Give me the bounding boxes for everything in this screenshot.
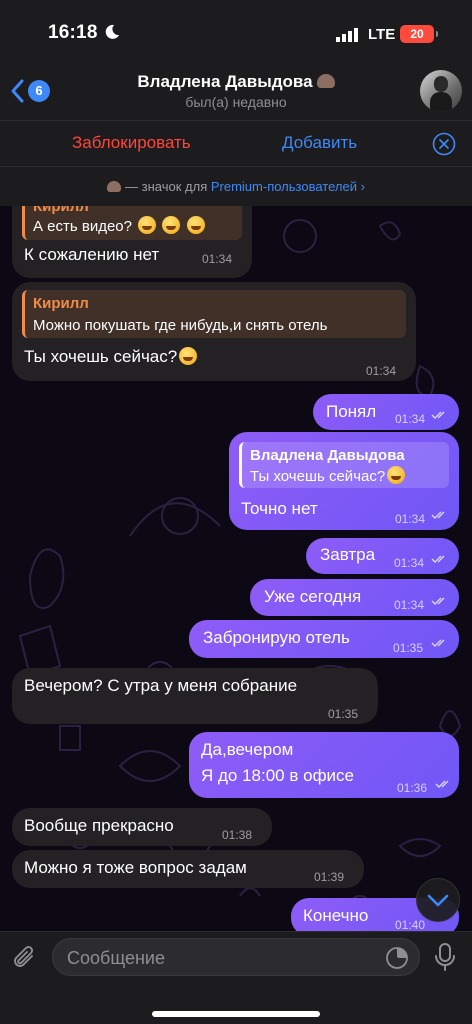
add-contact-button[interactable]: Добавить <box>282 133 357 153</box>
message-bubble-incoming[interactable]: Можно я тоже вопрос задам 01:39 <box>12 850 364 888</box>
home-indicator <box>152 1011 320 1017</box>
close-icon[interactable] <box>432 132 456 156</box>
grin-sweat-emoji-icon <box>179 347 198 365</box>
message-time: 01:39 <box>314 870 345 884</box>
message-text: Конечно <box>303 906 369 925</box>
reply-quote-text: Можно покушать где нибудь,и снять отель <box>33 317 328 334</box>
grin-sweat-emoji-icon <box>387 466 406 484</box>
message-text-line-2: Я до 18:00 в офисе <box>201 766 355 785</box>
message-time: 01:34 <box>394 598 425 612</box>
signal-icon <box>336 28 358 42</box>
status-time: 16:18 <box>48 22 98 43</box>
chevron-right-icon: › <box>360 179 365 194</box>
message-time: 01:34 <box>202 252 233 266</box>
premium-info-bar[interactable]: — значок для Premium-пользователей › <box>0 166 472 206</box>
message-bubble-outgoing[interactable]: Да,вечером Я до 18:00 в офисе 01:36 <box>189 732 459 798</box>
premium-emoji-icon <box>107 181 122 192</box>
network-type: LTE <box>368 26 396 43</box>
chat-status: был(а) недавно <box>185 94 287 110</box>
reply-quote[interactable]: Кирилл Можно покушать где нибудь,и снять… <box>22 290 406 338</box>
message-bubble-outgoing[interactable]: Уже сегодня 01:34 <box>250 579 459 616</box>
message-time: 01:34 <box>366 364 397 378</box>
message-bubble-incoming[interactable]: Вообще прекрасно 01:38 <box>12 808 272 846</box>
read-check-icon <box>431 597 445 605</box>
message-bubble-outgoing[interactable]: Понял 01:34 <box>313 394 459 430</box>
message-bubble-outgoing[interactable]: Забронирую отель 01:35 <box>189 620 459 658</box>
message-bubble-incoming[interactable]: Кирилл А есть видео? К сожалению нет 01:… <box>12 206 252 278</box>
chat-area[interactable]: Кирилл А есть видео? К сожалению нет 01:… <box>0 206 472 931</box>
message-bubble-incoming[interactable]: Кирилл Можно покушать где нибудь,и снять… <box>12 282 416 381</box>
message-text: Вечером? С утра у меня собрание <box>24 676 298 695</box>
message-text: Уже сегодня <box>264 587 362 606</box>
microphone-icon[interactable] <box>434 942 456 972</box>
avatar[interactable] <box>420 70 462 112</box>
message-text: Понял <box>326 402 377 421</box>
chat-header: 6 Владлена Давыдова был(а) недавно <box>0 66 472 120</box>
message-time: 01:35 <box>328 707 359 721</box>
message-time: 01:34 <box>395 512 426 526</box>
status-bar: 16:18 LTE 20 <box>0 0 472 66</box>
grin-sweat-emoji-icon <box>162 216 181 234</box>
premium-prefix: — значок для <box>125 179 211 194</box>
message-text: Ты хочешь сейчас? <box>24 346 198 368</box>
reply-quote[interactable]: Владлена Давыдова Ты хочешь сейчас? <box>239 442 449 488</box>
grin-sweat-emoji-icon <box>186 216 205 234</box>
message-text: Забронирую отель <box>203 628 350 647</box>
read-check-icon <box>431 511 445 519</box>
message-bubble-outgoing[interactable]: Владлена Давыдова Ты хочешь сейчас? Точн… <box>229 432 459 530</box>
chevron-down-icon <box>427 894 449 907</box>
message-time: 01:34 <box>394 556 425 570</box>
reply-quote-text: А есть видео? <box>33 216 205 238</box>
premium-link[interactable]: Premium-пользователей <box>211 179 357 194</box>
message-text: Вообще прекрасно <box>24 816 174 835</box>
message-text: Можно я тоже вопрос задам <box>24 858 247 877</box>
message-text: Точно нет <box>241 499 318 518</box>
block-button[interactable]: Заблокировать <box>72 133 191 153</box>
action-bar: Заблокировать Добавить <box>0 120 472 166</box>
reply-quote[interactable]: Кирилл А есть видео? <box>22 206 242 240</box>
message-time: 01:34 <box>395 412 426 426</box>
chat-title[interactable]: Владлена Давыдова <box>0 72 472 92</box>
premium-emoji-icon <box>316 74 335 88</box>
reply-quote-author: Владлена Давыдова <box>250 447 405 464</box>
read-check-icon <box>431 555 445 563</box>
paperclip-icon[interactable] <box>12 944 38 972</box>
battery-indicator: 20 <box>400 25 438 43</box>
message-placeholder: Сообщение <box>67 948 165 968</box>
scroll-to-bottom-button[interactable] <box>416 878 460 922</box>
message-text-line-1: Да,вечером <box>201 740 294 759</box>
grin-sweat-emoji-icon <box>138 216 157 234</box>
message-time: 01:35 <box>393 641 424 655</box>
message-input-bar: Сообщение <box>0 931 472 1024</box>
reply-quote-text: Ты хочешь сейчас? <box>250 466 406 488</box>
message-input[interactable]: Сообщение <box>52 938 420 976</box>
chat-title-text: Владлена Давыдова <box>137 72 313 91</box>
message-text: Завтра <box>320 545 376 564</box>
read-check-icon <box>431 411 445 419</box>
message-time: 01:38 <box>222 828 253 842</box>
reply-quote-author: Кирилл <box>33 295 89 312</box>
moon-icon <box>105 24 119 39</box>
message-text: К сожалению нет <box>24 245 160 264</box>
message-bubble-outgoing[interactable]: Завтра 01:34 <box>306 538 459 574</box>
read-check-icon <box>431 639 445 647</box>
message-time: 01:36 <box>397 781 428 795</box>
read-check-icon <box>435 780 449 788</box>
sticker-icon[interactable] <box>385 946 409 970</box>
message-bubble-incoming[interactable]: Вечером? С утра у меня собрание 01:35 <box>12 668 378 724</box>
